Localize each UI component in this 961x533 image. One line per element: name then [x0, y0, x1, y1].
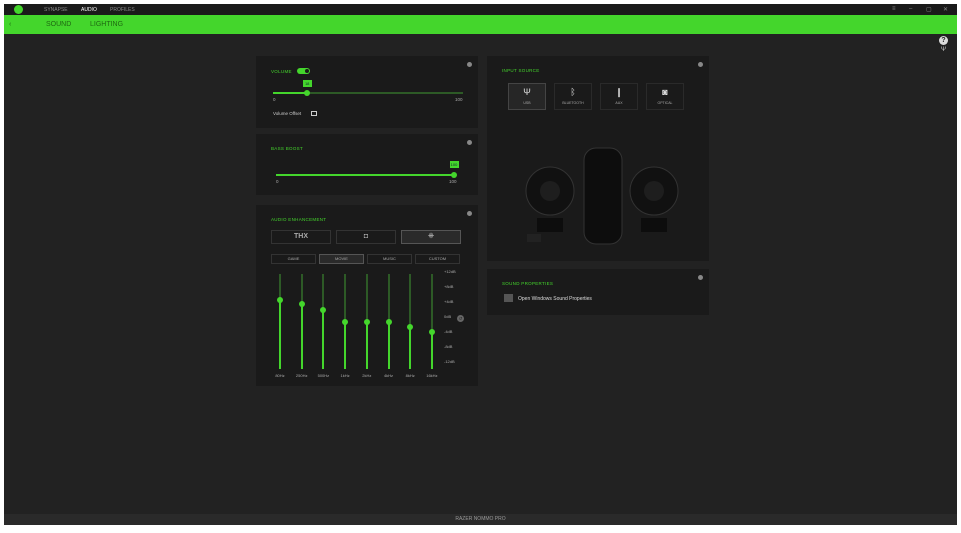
help-button[interactable]: ? — [939, 36, 948, 45]
bass-max: 100 — [449, 179, 457, 184]
source-optical-button[interactable]: ◙ OPTICAL — [646, 83, 684, 110]
eq-knob[interactable] — [428, 328, 435, 335]
title-bar: SYNAPSE AUDIO PROFILES ≡ – ▢ ✕ — [4, 4, 957, 15]
tab-lighting[interactable]: LIGHTING — [90, 21, 123, 28]
eq-knob[interactable] — [277, 296, 283, 303]
eq-knob[interactable] — [342, 318, 349, 325]
eq-band-label: 250Hz — [295, 373, 308, 378]
eq-band-2kHz[interactable] — [363, 274, 370, 369]
bass-boost-value: 100 — [449, 161, 459, 168]
gear-icon[interactable] — [467, 140, 472, 145]
usb-connection-icon: Ψ — [941, 47, 947, 53]
source-label: OPTICAL — [657, 101, 673, 105]
eq-scale-label: +12dB — [444, 269, 456, 274]
sound-properties-panel: SOUND PROPERTIES Open Windows Sound Prop… — [487, 269, 709, 315]
mode-dolby-button[interactable]: ◘ — [336, 230, 396, 244]
eq-band-8kHz[interactable] — [407, 274, 414, 369]
source-label: AUX — [615, 101, 623, 105]
eq-knob[interactable] — [407, 323, 414, 330]
volume-slider[interactable]: 18 — [273, 80, 463, 96]
sound-properties-title: SOUND PROPERTIES — [502, 281, 554, 286]
bass-boost-panel: BASS BOOST 100 0 100 — [256, 134, 478, 195]
maximize-button[interactable]: ▢ — [926, 6, 932, 13]
eq-band-80Hz[interactable] — [277, 274, 283, 369]
input-source-title: INPUT SOURCE — [502, 68, 540, 73]
eq-scale-label: -12dB — [444, 359, 455, 364]
preset-movie-button[interactable]: MOVIE — [319, 254, 364, 264]
device-name-footer: RAZER NOMMO PRO — [4, 514, 957, 525]
source-aux-button[interactable]: ❙ AUX — [600, 83, 638, 110]
preset-music-button[interactable]: MUSIC — [367, 254, 412, 264]
razer-logo — [14, 5, 23, 14]
volume-max: 100 — [455, 97, 463, 102]
back-icon[interactable]: ‹ — [9, 21, 11, 28]
tab-bar: ‹ SOUND LIGHTING — [4, 15, 957, 34]
app-window: SYNAPSE AUDIO PROFILES ≡ – ▢ ✕ ‹ SOUND L… — [4, 4, 957, 525]
open-sound-properties-link[interactable]: Open Windows Sound Properties — [518, 296, 592, 302]
gear-icon[interactable] — [467, 211, 472, 216]
source-label: BLUETOOTH — [562, 101, 584, 105]
bass-boost-title: BASS BOOST — [271, 146, 304, 151]
tab-sound[interactable]: SOUND — [46, 21, 71, 28]
gear-icon[interactable] — [698, 62, 703, 67]
volume-toggle[interactable] — [297, 68, 310, 74]
eq-band-250Hz[interactable] — [298, 274, 305, 369]
mode-thx-button[interactable]: THX — [271, 230, 331, 244]
nav-profiles[interactable]: PROFILES — [110, 7, 135, 13]
eq-knob[interactable] — [363, 318, 370, 325]
eq-scale-label: -4dB — [444, 329, 453, 334]
eq-knob[interactable] — [385, 318, 392, 325]
input-source-panel: INPUT SOURCE Ψ USB ᛒ BLUETOOTH ❙ AUX ◙ OPTICAL — [487, 56, 709, 261]
eq-band-label: 500Hz — [317, 373, 330, 378]
usb-icon: Ψ — [523, 87, 531, 97]
nav-synapse[interactable]: SYNAPSE — [44, 7, 68, 13]
source-bluetooth-button[interactable]: ᛒ BLUETOOTH — [554, 83, 592, 110]
mode-stereo-button[interactable]: ⁜ — [401, 230, 461, 244]
close-button[interactable]: ✕ — [943, 6, 948, 13]
eq-band-label: 1kHz — [340, 373, 350, 378]
eq-scale-label: -8dB — [444, 344, 453, 349]
eq-band-label: 8kHz — [405, 373, 415, 378]
nav-audio[interactable]: AUDIO — [81, 7, 97, 13]
eq-scale-label: +4dB — [444, 299, 454, 304]
eq-reset-icon[interactable]: ↺ — [457, 315, 464, 322]
volume-offset-label: Volume Offset — [273, 111, 302, 116]
eq-band-label: 2kHz — [362, 373, 372, 378]
volume-title: VOLUME — [271, 69, 292, 74]
windows-icon — [504, 294, 513, 302]
bass-min: 0 — [276, 179, 279, 184]
eq-scale-label: 0dB — [444, 314, 452, 319]
eq-band-label: 16kHz — [426, 373, 438, 378]
source-usb-button[interactable]: Ψ USB — [508, 83, 546, 110]
bass-boost-slider[interactable]: 100 — [276, 161, 459, 178]
aux-icon: ❙ — [615, 87, 623, 97]
bluetooth-icon: ᛒ — [570, 87, 576, 97]
eq-band-4kHz[interactable] — [385, 274, 392, 369]
volume-panel: VOLUME 18 0 100 Volume Offset — [256, 56, 478, 128]
eq-band-label: 80Hz — [275, 373, 285, 378]
minimize-button[interactable]: – — [909, 6, 912, 12]
source-label: USB — [523, 101, 531, 105]
eq-band-1kHz[interactable] — [342, 274, 349, 369]
gear-icon[interactable] — [698, 275, 703, 280]
preset-game-button[interactable]: GAME — [271, 254, 316, 264]
volume-offset-icon[interactable] — [311, 111, 317, 116]
eq-band-500Hz[interactable] — [320, 274, 327, 369]
preset-custom-button[interactable]: CUSTOM — [415, 254, 460, 264]
optical-icon: ◙ — [662, 87, 668, 97]
volume-value: 18 — [302, 80, 312, 87]
speakers-image — [525, 147, 679, 245]
menu-icon[interactable]: ≡ — [892, 6, 896, 12]
audio-enhancement-title: AUDIO ENHANCEMENT — [271, 217, 327, 222]
eq-band-label: 4kHz — [383, 373, 394, 378]
gear-icon[interactable] — [467, 62, 472, 67]
eq-scale-label: +8dB — [444, 284, 454, 289]
eq-band-16kHz[interactable] — [428, 274, 435, 369]
volume-min: 0 — [273, 97, 276, 102]
